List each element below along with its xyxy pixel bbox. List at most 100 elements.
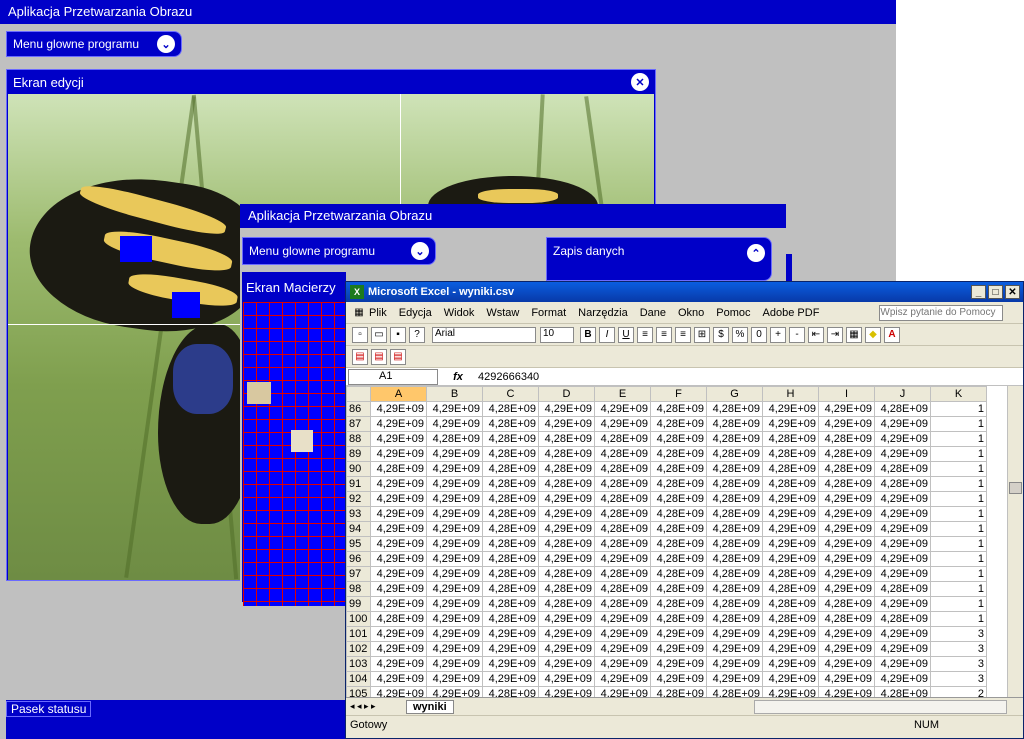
cell[interactable]: 4,28E+09 [482, 596, 539, 612]
cell[interactable]: 4,28E+09 [482, 581, 539, 597]
cell[interactable]: 4,29E+09 [594, 656, 651, 672]
cell[interactable]: 4,28E+09 [818, 431, 875, 447]
cell[interactable]: 4,29E+09 [370, 641, 427, 657]
cell-k[interactable]: 1 [930, 446, 987, 462]
row-header[interactable]: 93 [346, 506, 371, 522]
cell[interactable]: 4,29E+09 [370, 626, 427, 642]
cell[interactable]: 4,29E+09 [538, 686, 595, 697]
cell[interactable]: 4,28E+09 [482, 431, 539, 447]
column-header[interactable]: C [482, 386, 539, 402]
save-data-button[interactable]: Zapis danych ⌃ [546, 237, 772, 281]
cell[interactable]: 4,28E+09 [482, 461, 539, 477]
merge-center-icon[interactable]: ⊞ [694, 326, 710, 343]
cell[interactable]: 4,29E+09 [706, 641, 763, 657]
cell[interactable]: 4,28E+09 [650, 581, 707, 597]
cell[interactable]: 4,28E+09 [482, 476, 539, 492]
cell[interactable]: 4,28E+09 [482, 521, 539, 537]
cell[interactable]: 4,28E+09 [706, 566, 763, 582]
cell-k[interactable]: 1 [930, 461, 987, 477]
row-header[interactable]: 102 [346, 641, 371, 657]
cell[interactable]: 4,28E+09 [650, 461, 707, 477]
cell[interactable]: 4,29E+09 [874, 536, 931, 552]
cell[interactable]: 4,29E+09 [874, 446, 931, 462]
cell[interactable]: 4,29E+09 [818, 581, 875, 597]
cell-k[interactable]: 1 [930, 521, 987, 537]
column-header[interactable]: F [650, 386, 707, 402]
cell[interactable]: 4,29E+09 [594, 671, 651, 687]
cell[interactable]: 4,29E+09 [874, 671, 931, 687]
cell[interactable]: 4,29E+09 [594, 401, 651, 417]
cell[interactable]: 4,29E+09 [594, 611, 651, 627]
cell[interactable]: 4,29E+09 [874, 596, 931, 612]
cell[interactable]: 4,28E+09 [538, 446, 595, 462]
increase-decimal-icon[interactable]: + [770, 326, 786, 343]
cell[interactable]: 4,29E+09 [426, 551, 483, 567]
cell[interactable]: 4,29E+09 [538, 416, 595, 432]
align-center-icon[interactable]: ≡ [656, 326, 672, 343]
cell[interactable]: 4,29E+09 [818, 536, 875, 552]
help-icon[interactable]: ? [409, 326, 425, 343]
cell[interactable]: 4,28E+09 [762, 446, 819, 462]
cell[interactable]: 4,28E+09 [650, 521, 707, 537]
sheet-tab-wyniki[interactable]: wyniki [406, 699, 454, 714]
cell[interactable]: 4,29E+09 [426, 581, 483, 597]
cell[interactable]: 4,29E+09 [762, 521, 819, 537]
cell[interactable]: 4,28E+09 [482, 686, 539, 697]
cell[interactable]: 4,28E+09 [762, 581, 819, 597]
cell-k[interactable]: 1 [930, 581, 987, 597]
cell[interactable]: 4,28E+09 [706, 521, 763, 537]
cell[interactable]: 4,28E+09 [594, 521, 651, 537]
cell[interactable]: 4,29E+09 [426, 686, 483, 697]
cell[interactable]: 4,29E+09 [370, 476, 427, 492]
cell[interactable]: 4,29E+09 [874, 551, 931, 567]
cell[interactable]: 4,29E+09 [762, 536, 819, 552]
cell[interactable]: 4,29E+09 [482, 671, 539, 687]
cell-k[interactable]: 3 [930, 656, 987, 672]
select-all-corner[interactable] [346, 386, 371, 402]
second-menu-button[interactable]: Menu glowne programu ⌄ [242, 237, 436, 265]
name-box[interactable]: A1 [348, 368, 438, 385]
cell[interactable]: 4,29E+09 [426, 536, 483, 552]
cell[interactable]: 4,29E+09 [818, 656, 875, 672]
close-icon[interactable]: ✕ [1005, 285, 1020, 299]
cell[interactable]: 4,28E+09 [874, 401, 931, 417]
pdf-review-icon[interactable]: ▤ [390, 348, 406, 365]
cell[interactable]: 4,29E+09 [370, 446, 427, 462]
row-header[interactable]: 100 [346, 611, 371, 627]
cell[interactable]: 4,29E+09 [426, 671, 483, 687]
cell[interactable]: 4,29E+09 [818, 671, 875, 687]
cell-k[interactable]: 1 [930, 551, 987, 567]
cell[interactable]: 4,29E+09 [874, 521, 931, 537]
maximize-icon[interactable]: □ [988, 285, 1003, 299]
font-name-select[interactable]: Arial [432, 326, 536, 343]
font-color-icon[interactable]: A [884, 326, 900, 343]
cell-k[interactable]: 1 [930, 476, 987, 492]
cell-k[interactable]: 1 [930, 491, 987, 507]
column-header[interactable]: H [762, 386, 819, 402]
cell[interactable]: 4,29E+09 [426, 596, 483, 612]
cell[interactable]: 4,29E+09 [370, 506, 427, 522]
cell[interactable]: 4,28E+09 [650, 536, 707, 552]
cell[interactable]: 4,29E+09 [370, 566, 427, 582]
cell[interactable]: 4,29E+09 [370, 536, 427, 552]
cell[interactable]: 4,28E+09 [762, 596, 819, 612]
column-header[interactable]: A [370, 386, 427, 402]
cell[interactable]: 4,28E+09 [650, 611, 707, 627]
spreadsheet-grid[interactable]: ABCDEFGHIJK 86 4,29E+09 4,29E+09 4,28E+09 4,… [346, 386, 1023, 697]
cell[interactable]: 4,29E+09 [762, 416, 819, 432]
outdent-icon[interactable]: ⇥ [827, 326, 843, 343]
cell[interactable]: 4,29E+09 [482, 641, 539, 657]
row-header[interactable]: 90 [346, 461, 371, 477]
cell[interactable]: 4,28E+09 [706, 401, 763, 417]
cell[interactable]: 4,28E+09 [538, 536, 595, 552]
cell[interactable]: 4,28E+09 [650, 401, 707, 417]
cell[interactable]: 4,29E+09 [426, 461, 483, 477]
cell[interactable]: 4,28E+09 [706, 536, 763, 552]
cell[interactable]: 4,28E+09 [650, 566, 707, 582]
cell[interactable]: 4,29E+09 [706, 626, 763, 642]
cell[interactable]: 4,28E+09 [650, 416, 707, 432]
cell[interactable]: 4,28E+09 [706, 551, 763, 567]
cell[interactable]: 4,29E+09 [370, 401, 427, 417]
cell[interactable]: 4,29E+09 [762, 686, 819, 697]
cell[interactable]: 4,29E+09 [594, 626, 651, 642]
